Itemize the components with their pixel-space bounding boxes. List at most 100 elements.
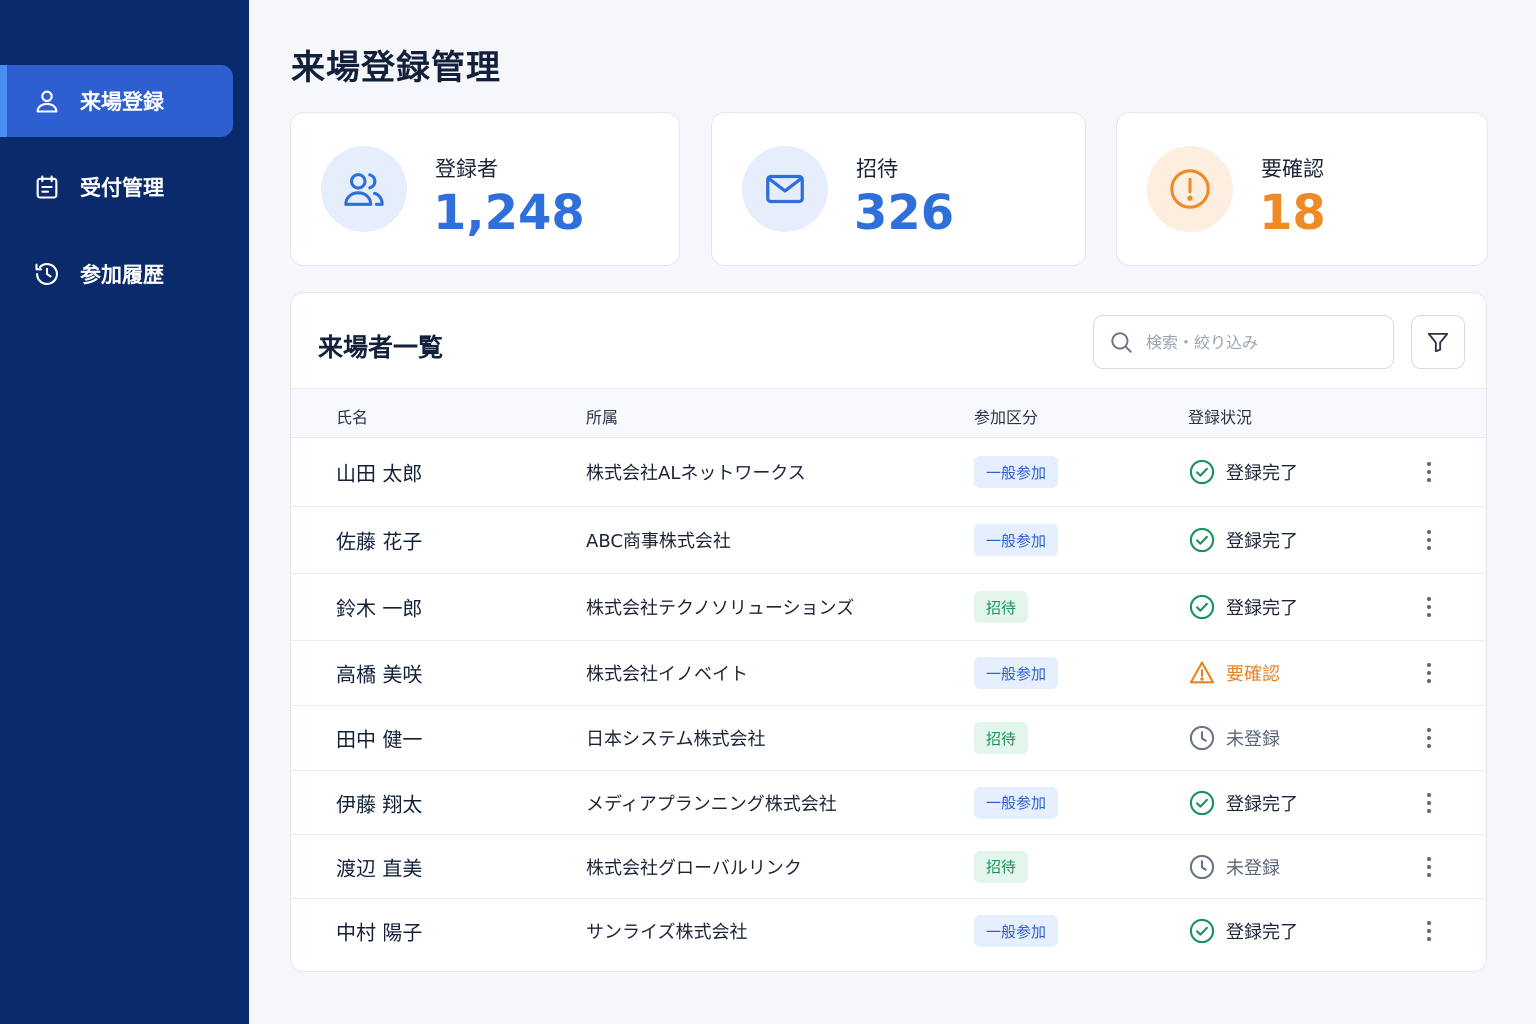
- registration-status-label: 未登録: [1226, 729, 1280, 750]
- visitor-affiliation: ABC商事株式会社: [586, 531, 731, 552]
- sidebar: 来場登録 受付管理 参加履歴: [0, 0, 249, 1024]
- visitor-table-card: 来場者一覧 氏名 所属 参加区分 登録状況 山田 太郎 株式会社ALネットワークス…: [290, 292, 1487, 972]
- table-row[interactable]: 佐藤 花子 ABC商事株式会社 一般参加 登録完了: [291, 507, 1486, 574]
- search-box[interactable]: [1093, 315, 1394, 369]
- participation-type-badge: 招待: [974, 850, 1029, 883]
- row-more-menu-button[interactable]: [1419, 458, 1439, 486]
- more-vertical-icon: [1427, 728, 1431, 748]
- row-more-menu-button[interactable]: [1419, 526, 1439, 554]
- table-row[interactable]: 渡辺 直美 株式会社グローバルリンク 招待 未登録: [291, 835, 1486, 899]
- check-circle-icon: [1188, 789, 1226, 817]
- more-vertical-icon: [1427, 792, 1431, 813]
- row-more-menu-button[interactable]: [1419, 593, 1439, 621]
- column-header-name[interactable]: 氏名: [336, 404, 368, 428]
- row-more-menu-button[interactable]: [1419, 659, 1439, 687]
- sidebar-item-reception[interactable]: 受付管理: [0, 151, 233, 223]
- clock-icon: [1188, 853, 1226, 881]
- alert-circle-icon: [1147, 146, 1233, 232]
- registration-status: 登録完了: [1188, 593, 1298, 621]
- registration-status: 登録完了: [1188, 789, 1298, 817]
- visitor-affiliation: 株式会社テクノソリューションズ: [586, 598, 855, 619]
- visitor-name: 鈴木 一郎: [336, 596, 423, 621]
- participation-type-badge: 一般参加: [974, 524, 1059, 556]
- table-row[interactable]: 中村 陽子 サンライズ株式会社 一般参加 登録完了: [291, 899, 1486, 963]
- search-input[interactable]: [1146, 332, 1366, 352]
- registration-status-label: 登録完了: [1226, 793, 1298, 815]
- table-row[interactable]: 伊藤 翔太 メディアプランニング株式会社 一般参加 登録完了: [291, 771, 1486, 835]
- stat-label: 要確認: [1261, 157, 1324, 181]
- registration-status-label: 要確認: [1226, 664, 1280, 685]
- visitor-affiliation: 株式会社グローバルリンク: [586, 857, 802, 879]
- row-more-menu-button[interactable]: [1419, 789, 1439, 817]
- participation-type-badge: 一般参加: [974, 456, 1059, 488]
- participation-type-badge: 一般参加: [974, 786, 1059, 819]
- warning-triangle-icon: [1188, 659, 1226, 687]
- registration-status: 登録完了: [1188, 526, 1298, 554]
- column-header-participation-type[interactable]: 参加区分: [974, 404, 1038, 428]
- visitor-name: 田中 健一: [336, 727, 423, 752]
- visitor-name: 伊藤 翔太: [336, 792, 423, 816]
- table-row[interactable]: 山田 太郎 株式会社ALネットワークス 一般参加 登録完了: [291, 438, 1486, 507]
- registration-status-label: 登録完了: [1226, 531, 1298, 552]
- table-row[interactable]: 田中 健一 日本システム株式会社 招待 未登録: [291, 706, 1486, 771]
- row-more-menu-button[interactable]: [1419, 724, 1439, 752]
- users-icon: [321, 146, 407, 232]
- stat-card-invitations: 招待 326: [711, 112, 1086, 266]
- stat-label: 登録者: [435, 157, 498, 181]
- registration-status: 要確認: [1188, 659, 1280, 687]
- check-circle-icon: [1188, 526, 1226, 554]
- calendar-checklist-icon: [32, 172, 62, 202]
- main-content: 来場登録管理 登録者 1,248 招待 326 要確認 18 来場者一覧 氏名: [249, 0, 1536, 1024]
- column-header-registration-status[interactable]: 登録状況: [1188, 404, 1252, 428]
- stat-card-registrants: 登録者 1,248: [290, 112, 680, 266]
- sidebar-item-label: 来場登録: [80, 90, 164, 114]
- more-vertical-icon: [1427, 663, 1431, 683]
- visitor-affiliation: 株式会社ALネットワークス: [586, 463, 806, 484]
- check-circle-icon: [1188, 458, 1226, 486]
- participation-type-badge: 招待: [974, 591, 1029, 623]
- registration-status-label: 未登録: [1226, 857, 1280, 879]
- participation-type-badge: 一般参加: [974, 915, 1059, 947]
- table-title: 来場者一覧: [318, 333, 444, 362]
- sidebar-item-history[interactable]: 参加履歴: [0, 238, 233, 310]
- registration-status: 未登録: [1188, 724, 1280, 752]
- visitor-affiliation: メディアプランニング株式会社: [586, 793, 837, 815]
- check-circle-icon: [1188, 593, 1226, 621]
- more-vertical-icon: [1427, 856, 1431, 877]
- visitor-name: 中村 陽子: [336, 920, 423, 945]
- history-icon: [32, 259, 62, 289]
- user-icon: [32, 86, 62, 116]
- more-vertical-icon: [1427, 462, 1431, 482]
- more-vertical-icon: [1427, 921, 1431, 941]
- more-vertical-icon: [1427, 530, 1431, 550]
- visitor-name: 山田 太郎: [336, 461, 423, 486]
- stat-card-needs-review: 要確認 18: [1116, 112, 1488, 266]
- visitor-affiliation: 日本システム株式会社: [586, 729, 766, 750]
- visitor-name: 渡辺 直美: [336, 856, 423, 880]
- registration-status: 未登録: [1188, 853, 1280, 881]
- registration-status: 登録完了: [1188, 917, 1298, 945]
- table-row[interactable]: 鈴木 一郎 株式会社テクノソリューションズ 招待 登録完了: [291, 574, 1486, 641]
- stat-label: 招待: [856, 157, 898, 181]
- participation-type-badge: 一般参加: [974, 657, 1059, 689]
- table-row[interactable]: 高橋 美咲 株式会社イノベイト 一般参加 要確認: [291, 641, 1486, 706]
- filter-icon: [1427, 332, 1449, 353]
- stat-value: 326: [854, 185, 955, 241]
- registration-status-label: 登録完了: [1226, 598, 1298, 619]
- visitor-name: 高橋 美咲: [336, 662, 423, 687]
- check-circle-icon: [1188, 917, 1226, 945]
- registration-status-label: 登録完了: [1226, 463, 1298, 484]
- registration-status-label: 登録完了: [1226, 922, 1298, 943]
- participation-type-badge: 招待: [974, 722, 1029, 754]
- clock-icon: [1188, 724, 1226, 752]
- visitor-affiliation: 株式会社イノベイト: [586, 664, 748, 685]
- sidebar-item-visitor-registration[interactable]: 来場登録: [0, 65, 233, 137]
- column-header-affiliation[interactable]: 所属: [586, 404, 618, 428]
- filter-button[interactable]: [1411, 315, 1465, 369]
- registration-status: 登録完了: [1188, 458, 1298, 486]
- stat-value: 18: [1259, 185, 1326, 241]
- row-more-menu-button[interactable]: [1419, 917, 1439, 945]
- row-more-menu-button[interactable]: [1419, 853, 1439, 881]
- sidebar-item-label: 受付管理: [80, 176, 164, 200]
- table-header: 氏名 所属 参加区分 登録状況: [291, 388, 1486, 438]
